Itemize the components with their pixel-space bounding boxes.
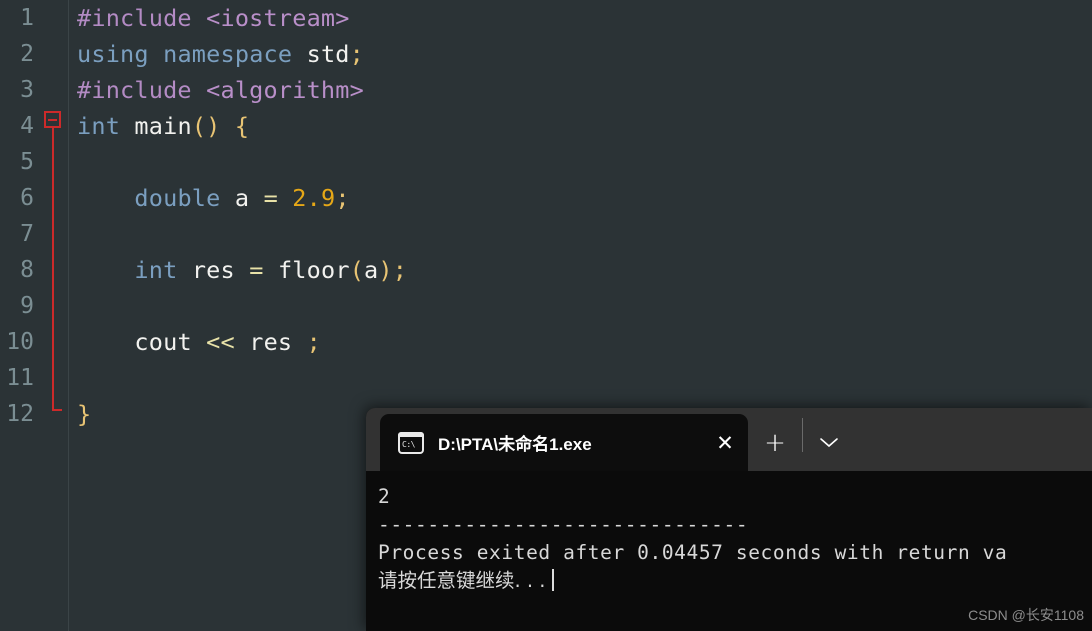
code-token: ( — [349, 256, 365, 284]
terminal-press-any-key: 请按任意键继续. . . — [378, 569, 546, 592]
fold-scope-end — [51, 409, 62, 411]
code-token: namespace — [163, 40, 293, 68]
fold-collapse-icon[interactable] — [44, 111, 61, 128]
terminal-tab[interactable]: C:\ D:\PTA\未命名1.exe ✕ — [380, 414, 748, 471]
code-token: <algorithm> — [206, 76, 364, 104]
line-number: 10 — [6, 329, 34, 355]
chevron-down-glyph — [820, 437, 838, 447]
code-line: using namespace std; — [77, 36, 1092, 72]
code-token: res — [191, 256, 235, 284]
code-token: } — [77, 400, 92, 428]
line-number: 5 — [20, 149, 34, 175]
watermark: CSDN @长安1108 — [968, 607, 1084, 623]
terminal-exit-message: Process exited after 0.04457 seconds wit… — [378, 541, 1008, 564]
fold-scope-line — [51, 128, 54, 411]
line-number: 9 — [20, 293, 34, 319]
terminal-program-output: 2 — [378, 485, 391, 508]
line-number-gutter: 1 2 3 4 5 6 7 8 9 10 11 12 — [0, 0, 40, 631]
terminal-titlebar[interactable]: C:\ D:\PTA\未命名1.exe ✕ + — [366, 408, 1092, 471]
code-line: int res = floor(a); — [77, 252, 1092, 288]
close-icon[interactable]: ✕ — [702, 414, 748, 471]
code-line: #include <iostream> — [77, 0, 1092, 36]
code-token: << — [206, 328, 235, 356]
terminal-separator: ------------------------------ — [378, 513, 749, 536]
line-number: 2 — [20, 41, 34, 67]
terminal-prompt-row: 请按任意键继续. . . — [378, 567, 1092, 595]
code-token: a — [364, 256, 379, 284]
code-token: floor — [277, 256, 350, 284]
code-token: #include — [77, 4, 207, 32]
code-token: main — [134, 112, 192, 140]
code-token: double — [134, 184, 221, 212]
terminal-tab-title: D:\PTA\未命名1.exe — [438, 435, 592, 454]
code-line: #include <algorithm> — [77, 72, 1092, 108]
code-line: double a = 2.9; — [77, 180, 1092, 216]
console-cmd-icon-label: C:\ — [402, 439, 415, 449]
code-token: { — [234, 112, 250, 140]
code-token: std — [306, 40, 350, 68]
code-token: () — [191, 112, 221, 140]
code-line: int main() { — [77, 108, 1092, 144]
line-number: 4 — [20, 113, 34, 139]
line-number: 12 — [6, 401, 34, 427]
code-token: ; — [306, 328, 321, 356]
code-token: ; — [335, 184, 350, 212]
line-number: 8 — [20, 257, 34, 283]
code-token: using — [77, 40, 149, 68]
code-token: 2.9 — [292, 184, 336, 212]
line-number: 11 — [6, 365, 34, 391]
code-token: ) — [378, 256, 393, 284]
code-folding-column[interactable] — [40, 0, 68, 631]
code-token: #include — [77, 76, 207, 104]
code-token: = — [249, 256, 264, 284]
line-number: 7 — [20, 221, 34, 247]
code-token: ; — [349, 40, 365, 68]
code-token: ; — [392, 256, 408, 284]
line-number: 6 — [20, 185, 34, 211]
code-token: a — [234, 184, 250, 212]
code-token: res — [249, 328, 293, 356]
new-tab-button[interactable]: + — [748, 414, 802, 471]
console-cmd-icon: C:\ — [398, 431, 424, 454]
code-token: <iostream> — [206, 4, 350, 32]
code-token: cout — [134, 328, 192, 356]
code-token: = — [263, 184, 278, 212]
chevron-down-icon[interactable] — [803, 414, 855, 471]
terminal-window[interactable]: C:\ D:\PTA\未命名1.exe ✕ + 2 --------------… — [366, 408, 1092, 631]
code-line: cout << res ; — [77, 324, 1092, 360]
line-number: 3 — [20, 77, 34, 103]
code-token: int — [77, 112, 121, 140]
code-token: int — [134, 256, 178, 284]
terminal-cursor — [551, 569, 554, 591]
line-number: 1 — [20, 5, 34, 31]
